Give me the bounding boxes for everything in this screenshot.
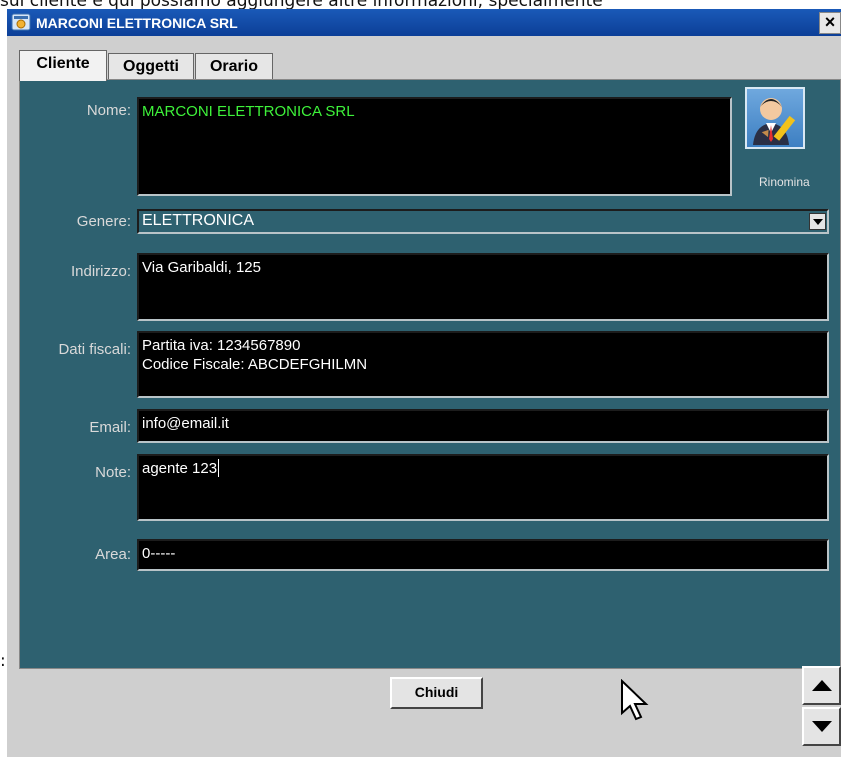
nome-field[interactable]: MARCONI ELETTRONICA SRL	[137, 97, 732, 196]
tab-oggetti[interactable]: Oggetti	[108, 53, 194, 79]
genere-select[interactable]: ELETTRONICA	[137, 209, 829, 234]
indirizzo-field[interactable]: Via Garibaldi, 125	[137, 253, 829, 321]
arrow-down-icon	[812, 721, 832, 732]
window-title: MARCONI ELETTRONICA SRL	[36, 15, 238, 31]
note-value: agente 123	[142, 460, 218, 477]
user-edit-icon	[753, 98, 796, 145]
area-label: Area:	[95, 546, 131, 563]
nome-label: Nome:	[86, 102, 131, 119]
app-icon	[11, 13, 31, 31]
scroll-down-button[interactable]	[802, 707, 841, 746]
area-field[interactable]: 0-----	[137, 539, 829, 571]
note-label: Note:	[95, 464, 131, 481]
tab-orario[interactable]: Orario	[195, 53, 273, 79]
mouse-pointer-icon	[621, 679, 649, 721]
dati-fiscali-label: Dati fiscali:	[58, 341, 131, 358]
email-label: Email:	[89, 419, 131, 436]
arrow-up-icon	[812, 680, 832, 691]
genere-label: Genere:	[76, 213, 131, 230]
rename-button[interactable]	[745, 87, 805, 149]
text-caret	[218, 459, 220, 477]
tab-cliente[interactable]: Cliente	[19, 50, 107, 81]
scroll-up-button[interactable]	[802, 666, 841, 705]
cliente-panel: Nome: MARCONI ELETTRONICA SRL Rinomina G…	[19, 79, 841, 669]
rename-label: Rinomina	[759, 175, 810, 189]
indirizzo-label: Indirizzo:	[70, 263, 131, 280]
note-field[interactable]: agente 123	[137, 454, 829, 521]
chevron-down-icon[interactable]	[809, 213, 826, 230]
email-field[interactable]: info@email.it	[137, 409, 829, 443]
close-window-button[interactable]: ×	[819, 12, 841, 34]
dati-fiscali-field[interactable]: Partita iva: 1234567890 Codice Fiscale: …	[137, 331, 829, 398]
background-colon: :	[0, 651, 6, 671]
title-bar[interactable]: MARCONI ELETTRONICA SRL ×	[7, 9, 841, 36]
chiudi-button[interactable]: Chiudi	[390, 677, 483, 709]
client-window: MARCONI ELETTRONICA SRL × Cliente Oggett…	[7, 9, 841, 757]
genere-value: ELETTRONICA	[142, 212, 255, 229]
